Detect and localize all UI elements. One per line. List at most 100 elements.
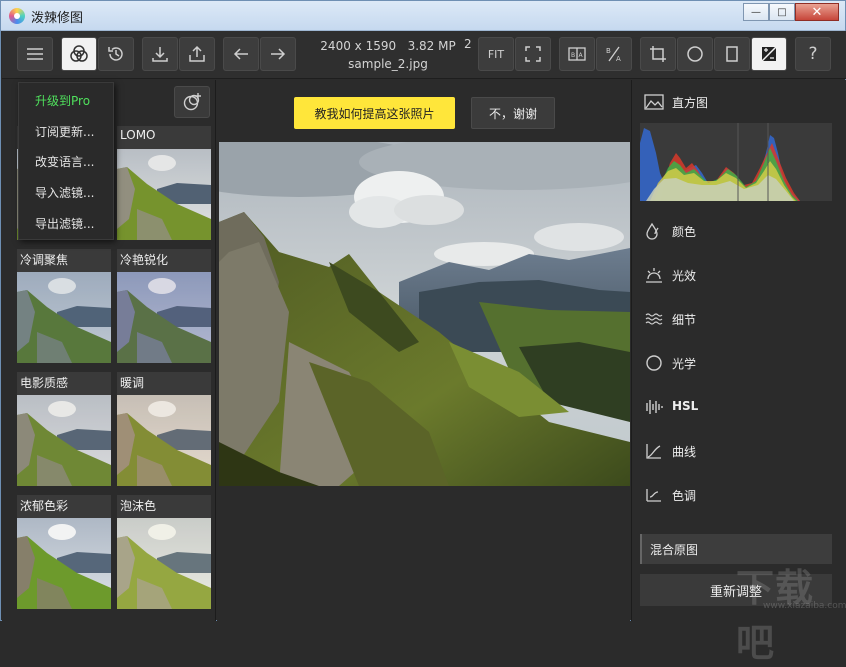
compare-button[interactable]: BA (559, 37, 595, 71)
download-icon (152, 47, 168, 62)
svg-text:A: A (579, 52, 584, 59)
redo-icon (271, 48, 286, 60)
undo-icon (233, 48, 248, 60)
help-icon: ? (808, 44, 818, 64)
filter-preview-image (117, 272, 211, 363)
crop-button[interactable] (640, 37, 676, 71)
filter-label: 泡沫色 (120, 499, 157, 513)
adjustment-label: 颜色 (672, 225, 697, 239)
filter-label: LOMO (120, 128, 156, 142)
filter-thumb-foam[interactable]: 泡沫色 (117, 495, 211, 609)
adjustment-label: 光学 (672, 357, 697, 371)
split-compare-button[interactable]: BA (596, 37, 632, 71)
circle-icon (687, 46, 703, 62)
adjust-icon (761, 46, 777, 62)
no-thanks-button[interactable]: 不，谢谢 (471, 97, 555, 129)
main-photo[interactable] (219, 142, 630, 486)
filter-thumb-coolsharp[interactable]: 冷艳锐化 (117, 249, 211, 363)
add-filter-button[interactable] (174, 86, 210, 118)
filter-preview-image (17, 272, 111, 363)
menu-import-filter[interactable]: 导入滤镜... (35, 184, 94, 201)
curve-icon (644, 441, 664, 461)
adjustment-4[interactable]: HSL (632, 391, 832, 421)
filter-label: 冷艳锐化 (120, 253, 169, 267)
menu-upgrade-pro[interactable]: 升级到Pro (35, 92, 90, 109)
menu-change-language[interactable]: 改变语言... (35, 153, 94, 170)
menu-export-filter[interactable]: 导出滤镜... (35, 215, 94, 232)
canvas-area: 教我如何提高这张照片 不，谢谢 (217, 80, 630, 621)
vignette-button[interactable] (677, 37, 713, 71)
svg-text:A: A (616, 55, 621, 63)
filter-label: 浓郁色彩 (20, 499, 69, 513)
maximize-button[interactable]: □ (769, 3, 795, 21)
close-window-button[interactable]: ✕ (795, 3, 839, 21)
svg-text:B: B (606, 47, 611, 55)
mountain-photo (219, 142, 630, 486)
minimize-button[interactable]: — (743, 3, 769, 21)
filter-thumb-warm[interactable]: 暖调 (117, 372, 211, 486)
filter-preview-image (17, 395, 111, 486)
adjustment-0[interactable]: 颜色 (632, 215, 832, 245)
image-size: 2400 x 1590 (320, 39, 397, 53)
drops-icon (644, 221, 664, 241)
help-button[interactable]: ? (795, 37, 831, 71)
histogram-icon (644, 94, 664, 110)
fullscreen-button[interactable] (515, 37, 551, 71)
filter-preview-image (117, 518, 211, 609)
circle-icon (644, 353, 664, 373)
menu-button[interactable] (17, 37, 53, 71)
hamburger-icon (27, 48, 43, 60)
filter-thumb-rich[interactable]: 浓郁色彩 (17, 495, 111, 609)
frame-icon (726, 46, 738, 62)
filter-preview-image (17, 518, 111, 609)
filter-preview-image (117, 395, 211, 486)
redo-button[interactable] (260, 37, 296, 71)
svg-text:B: B (571, 52, 575, 59)
filter-thumb-cool[interactable]: 冷调聚焦 (17, 249, 111, 363)
adjustment-5[interactable]: 曲线 (632, 435, 832, 465)
adjust-button[interactable] (751, 37, 787, 71)
share-button[interactable] (179, 37, 215, 71)
watermark: 下载吧 (736, 566, 815, 665)
bars-icon (644, 397, 664, 417)
filter-preview-image (117, 149, 211, 240)
fit-button[interactable]: FIT (478, 37, 514, 71)
adjustment-1[interactable]: 光效 (632, 259, 832, 289)
menu-subscribe-updates[interactable]: 订阅更新... (35, 123, 94, 140)
frame-button[interactable] (714, 37, 750, 71)
split-compare-icon: BA (606, 46, 621, 63)
blend-original-label: 混合原图 (650, 543, 699, 557)
fit-label: FIT (487, 47, 505, 61)
share-icon (189, 45, 205, 62)
filter-thumb-lomo[interactable]: LOMO (117, 126, 211, 240)
undo-button[interactable] (223, 37, 259, 71)
histogram-title: 直方图 (672, 96, 709, 110)
filename: sample_2.jpg (348, 57, 428, 71)
app-logo-icon (9, 8, 25, 24)
filters-icon (70, 45, 88, 62)
image-info: 2400 x 1590 3.82 MP sample_2.jpg (304, 37, 472, 73)
add-filter-icon (183, 93, 201, 111)
adjustment-3[interactable]: 光学 (632, 347, 832, 377)
main-menu-dropdown: 升级到Pro 订阅更新... 改变语言... 导入滤镜... 导出滤镜... (18, 82, 114, 240)
sun-icon (644, 265, 664, 285)
before-after-icon: BA (568, 47, 586, 61)
waves-icon (644, 309, 664, 329)
filter-label: 暖调 (120, 376, 145, 390)
megapixels: 3.82 MP (407, 39, 456, 53)
adjustment-label: 光效 (672, 269, 697, 283)
save-button[interactable] (142, 37, 178, 71)
adjustment-label: HSL (672, 399, 699, 413)
adjustment-6[interactable]: 色调 (632, 479, 832, 509)
history-button[interactable] (98, 37, 134, 71)
teach-improve-button[interactable]: 教我如何提高这张照片 (294, 97, 455, 129)
filters-button[interactable] (61, 37, 97, 71)
history-icon (108, 47, 123, 61)
adjustment-2[interactable]: 细节 (632, 303, 832, 333)
fullscreen-icon (525, 46, 541, 62)
title-bar: 泼辣修图 — □ ✕ (1, 1, 845, 31)
window-title: 泼辣修图 (31, 11, 84, 26)
adjustment-label: 曲线 (672, 445, 697, 459)
adjustment-label: 色调 (672, 489, 697, 503)
filter-thumb-film[interactable]: 电影质感 (17, 372, 111, 486)
